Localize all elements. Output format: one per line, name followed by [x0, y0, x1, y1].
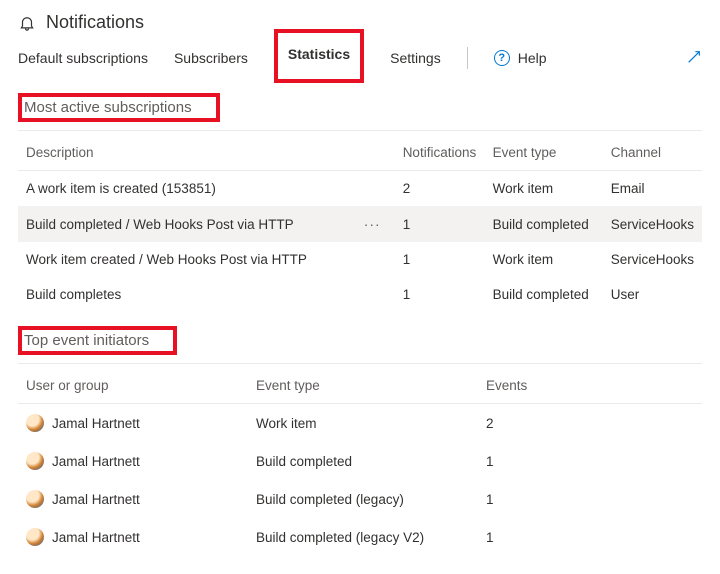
cell-channel: User	[603, 277, 702, 312]
cell-notifications: 1	[395, 242, 485, 277]
cell-event-type: Build completed (legacy)	[248, 480, 478, 518]
cell-description: Work item created / Web Hooks Post via H…	[26, 252, 387, 267]
help-icon: ?	[494, 50, 510, 66]
cell-user: Jamal Hartnett	[52, 416, 140, 431]
cell-event-type: Build completed	[485, 277, 603, 312]
cell-description: Build completes	[26, 287, 387, 302]
col-description[interactable]: Description	[18, 131, 395, 171]
cell-user: Jamal Hartnett	[52, 492, 140, 507]
expand-icon	[686, 49, 702, 65]
section-title-most-active: Most active subscriptions	[24, 93, 202, 122]
cell-events: 2	[478, 404, 702, 443]
table-header-row: Description Notifications Event type Cha…	[18, 131, 702, 171]
help-label: Help	[518, 50, 547, 66]
tab-statistics[interactable]: Statistics	[274, 29, 364, 83]
cell-user: Jamal Hartnett	[52, 530, 140, 545]
top-initiators-table: User or group Event type Events Jamal Ha…	[18, 364, 702, 556]
cell-description: A work item is created (153851)	[26, 181, 387, 196]
table-row[interactable]: Jamal Hartnett Build completed (legacy)1	[18, 480, 702, 518]
table-row[interactable]: Build completes 1Build completedUser	[18, 277, 702, 312]
cell-user: Jamal Hartnett	[52, 454, 140, 469]
cell-event-type: Build completed	[485, 206, 603, 242]
col-events[interactable]: Events	[478, 364, 702, 404]
cell-notifications: 1	[395, 277, 485, 312]
cell-event-type: Build completed (legacy V2)	[248, 518, 478, 556]
table-row[interactable]: Build completed / Web Hooks Post via HTT…	[18, 206, 702, 242]
tab-default-subscriptions[interactable]: Default subscriptions	[18, 39, 148, 77]
table-row[interactable]: Jamal Hartnett Build completed (legacy V2…	[18, 518, 702, 556]
col-user[interactable]: User or group	[18, 364, 248, 404]
section-top-initiators-highlight: Top event initiators	[18, 326, 177, 355]
col-notifications[interactable]: Notifications	[395, 131, 485, 171]
col-channel[interactable]: Channel	[603, 131, 702, 171]
table-row[interactable]: A work item is created (153851) 2Work ite…	[18, 171, 702, 207]
cell-event-type: Build completed	[248, 442, 478, 480]
expand-button[interactable]	[686, 49, 702, 68]
cell-description: Build completed / Web Hooks Post via HTT…	[26, 217, 358, 232]
cell-events: 1	[478, 442, 702, 480]
cell-channel: ServiceHooks	[603, 242, 702, 277]
avatar	[26, 414, 44, 432]
cell-channel: Email	[603, 171, 702, 207]
most-active-table: Description Notifications Event type Cha…	[18, 131, 702, 312]
cell-notifications: 2	[395, 171, 485, 207]
row-more-icon[interactable]: ···	[358, 216, 387, 232]
table-header-row: User or group Event type Events	[18, 364, 702, 404]
section-title-top-initiators: Top event initiators	[24, 326, 159, 355]
cell-event-type: Work item	[485, 242, 603, 277]
table-row[interactable]: Jamal Hartnett Work item2	[18, 404, 702, 443]
section-most-active-highlight: Most active subscriptions	[18, 93, 220, 122]
tab-subscribers[interactable]: Subscribers	[174, 39, 248, 77]
help-link[interactable]: ? Help	[494, 50, 547, 66]
cell-events: 1	[478, 480, 702, 518]
table-row[interactable]: Work item created / Web Hooks Post via H…	[18, 242, 702, 277]
avatar	[26, 490, 44, 508]
page-title: Notifications	[46, 12, 144, 33]
cell-event-type: Work item	[248, 404, 478, 443]
cell-notifications: 1	[395, 206, 485, 242]
avatar	[26, 528, 44, 546]
cell-channel: ServiceHooks	[603, 206, 702, 242]
bell-icon	[18, 14, 36, 32]
tab-settings[interactable]: Settings	[390, 39, 441, 77]
table-row[interactable]: Jamal Hartnett Build completed1	[18, 442, 702, 480]
tab-divider	[467, 47, 468, 69]
tab-bar: Default subscriptions Subscribers Statis…	[18, 39, 702, 77]
cell-events: 1	[478, 518, 702, 556]
col-event-type[interactable]: Event type	[248, 364, 478, 404]
col-event-type[interactable]: Event type	[485, 131, 603, 171]
avatar	[26, 452, 44, 470]
cell-event-type: Work item	[485, 171, 603, 207]
